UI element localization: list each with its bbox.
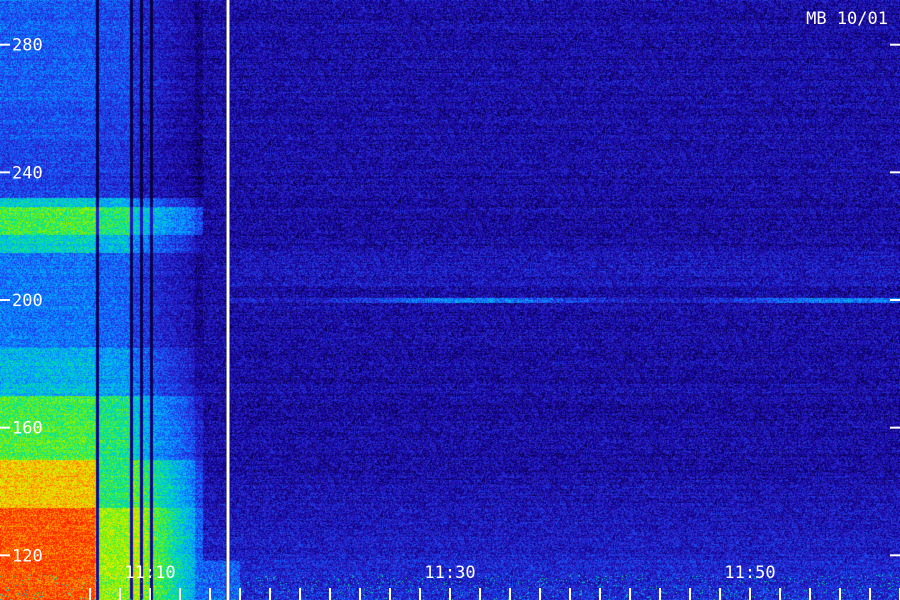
x-tick-label: 11:30: [424, 563, 475, 583]
y-tick-label: 200: [12, 291, 43, 311]
y-axis-ticks-right: [890, 43, 900, 557]
spectrogram-chart: MB 10/01 120 160 200 240 280 11:10 11:30 11:50: [0, 0, 900, 600]
chart-overlay: MB 10/01 120 160 200 240 280 11:10 11:30 11:50: [0, 0, 900, 600]
y-axis-ticks-left: 120 160 200 240 280: [0, 36, 43, 566]
x-tick-label: 11:50: [724, 563, 775, 583]
x-axis-ticks: [89, 588, 900, 600]
y-tick-label: 280: [12, 36, 43, 56]
x-axis-labels: 11:10 11:30 11:50: [124, 563, 775, 583]
x-tick-label: 11:10: [124, 563, 175, 583]
y-tick-label: 160: [12, 419, 43, 439]
y-tick-label: 240: [12, 163, 43, 183]
y-tick-label: 120: [12, 546, 43, 566]
chart-title: MB 10/01: [806, 9, 888, 29]
